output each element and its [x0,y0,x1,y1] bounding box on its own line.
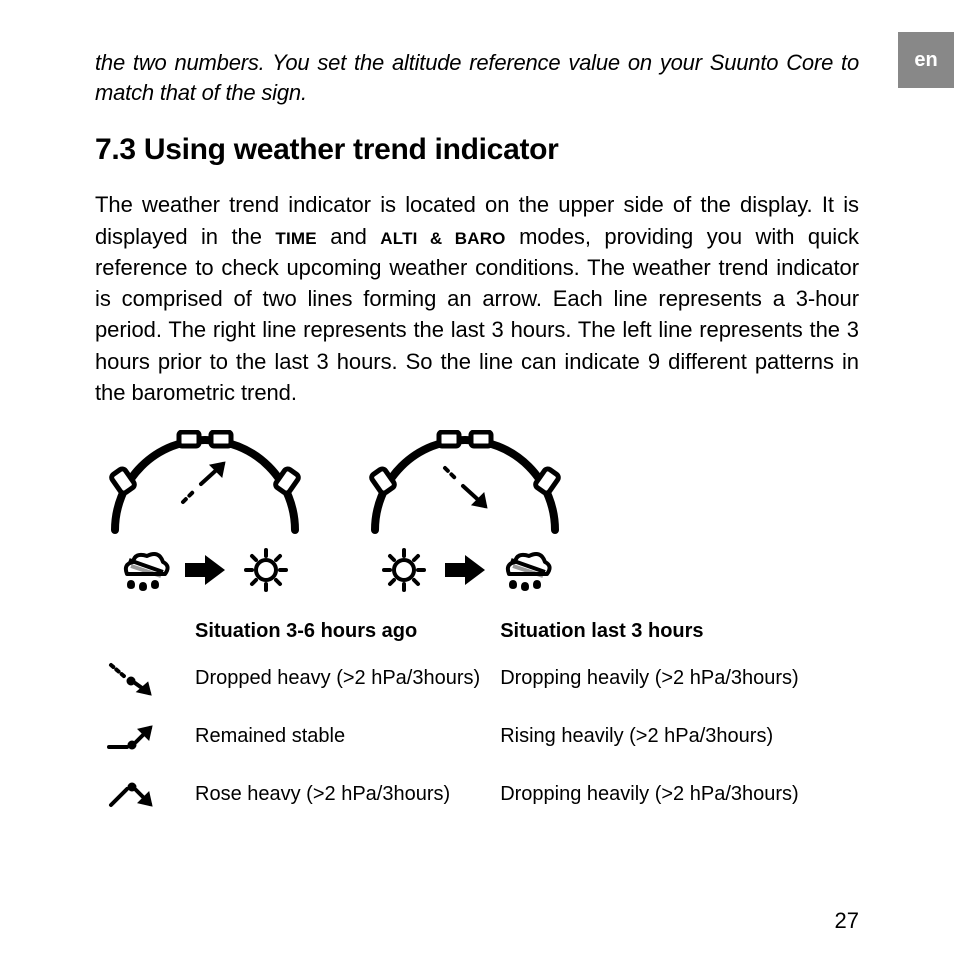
mode-altibaro: ALTI & BARO [380,229,505,248]
watch-rising-icon [95,430,315,536]
arrow-right-icon [445,555,485,585]
figure-falling [355,430,575,594]
body-paragraph: The weather trend indicator is located o… [95,189,859,408]
sun-icon [239,546,293,594]
trend-flat-up-icon [105,717,157,755]
body-mid1: and [317,224,381,249]
trend-up-down-icon [105,775,157,813]
mode-time: TIME [275,229,316,248]
arrow-right-icon [185,555,225,585]
section-heading: 7.3 Using weather trend indicator [95,133,859,167]
table-header-row: Situation 3-6 hours ago Situation last 3… [95,616,809,649]
watch-falling-icon [355,430,575,536]
col-prev: Situation 3-6 hours ago [185,616,490,649]
cell-prev: Remained stable [185,707,490,765]
lead-paragraph: the two numbers. You set the altitude re… [95,48,859,107]
language-tab: en [898,32,954,88]
table-row: Dropped heavy (>2 hPa/3hours) Dropping h… [95,649,809,707]
cloud-rain-icon [117,546,171,594]
col-now: Situation last 3 hours [490,616,809,649]
cell-prev: Rose heavy (>2 hPa/3hours) [185,765,490,823]
body-post: modes, providing you with quick referenc… [95,224,859,405]
trend-down-down-icon [105,659,157,697]
cell-now: Rising heavily (>2 hPa/3hours) [490,707,809,765]
table-row: Rose heavy (>2 hPa/3hours) Dropping heav… [95,765,809,823]
table-row: Remained stable Rising heavily (>2 hPa/3… [95,707,809,765]
cell-prev: Dropped heavy (>2 hPa/3hours) [185,649,490,707]
cell-now: Dropping heavily (>2 hPa/3hours) [490,649,809,707]
figure-rising [95,430,315,594]
trend-table: Situation 3-6 hours ago Situation last 3… [95,616,809,823]
cell-now: Dropping heavily (>2 hPa/3hours) [490,765,809,823]
page-number: 27 [835,908,859,934]
sun-icon [377,546,431,594]
figure-row [95,430,859,594]
page-content: the two numbers. You set the altitude re… [95,26,859,934]
cloud-rain-icon [499,546,553,594]
